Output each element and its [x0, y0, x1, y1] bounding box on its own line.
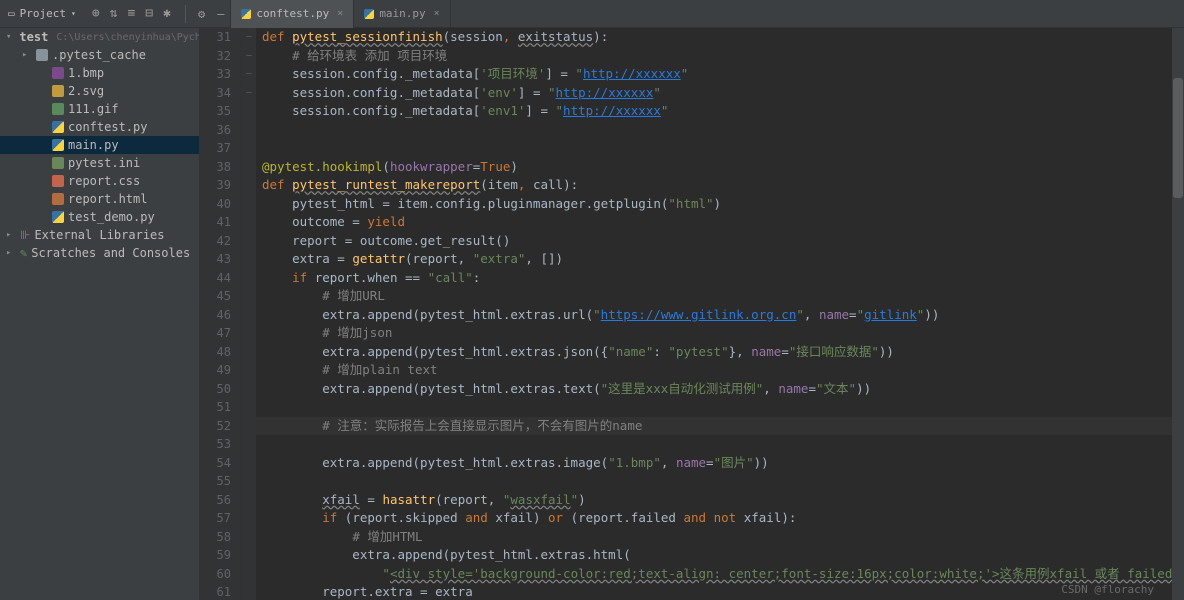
- divider: [185, 5, 186, 23]
- file-name: report.html: [68, 192, 147, 206]
- tree-item-1.bmp[interactable]: 1.bmp: [0, 64, 199, 82]
- file-icon: [52, 211, 64, 223]
- file-name: 2.svg: [68, 84, 104, 98]
- scratches[interactable]: ▸ ✎ Scratches and Consoles: [0, 244, 199, 262]
- tree-item-report.css[interactable]: report.css: [0, 172, 199, 190]
- label: External Libraries: [34, 228, 164, 242]
- tree-item-111.gif[interactable]: 111.gif: [0, 100, 199, 118]
- tree-root[interactable]: ▾ test C:\Users\chenyinhua\Pycharm: [0, 28, 199, 46]
- code-area[interactable]: def pytest_sessionfinish(session, exitst…: [256, 28, 1184, 600]
- line-gutter: 31 32 33 34 35 36 37 38 39 40 41 42 43 4…: [200, 28, 242, 600]
- tree-item-pytest.ini[interactable]: pytest.ini: [0, 154, 199, 172]
- chevron-icon[interactable]: ▸: [6, 248, 16, 258]
- file-name: conftest.py: [68, 120, 147, 134]
- tree-item-2.svg[interactable]: 2.svg: [0, 82, 199, 100]
- project-label: Project: [20, 7, 66, 20]
- file-icon: [52, 175, 64, 187]
- scratch-icon: ✎: [20, 246, 27, 260]
- root-name: test: [19, 30, 48, 44]
- close-icon[interactable]: ×: [434, 8, 440, 19]
- file-name: test_demo.py: [68, 210, 155, 224]
- project-selector[interactable]: ▭ Project ▾: [0, 7, 84, 20]
- file-icon: [36, 49, 48, 61]
- chevron-icon[interactable]: ▾: [6, 32, 11, 42]
- root-path: C:\Users\chenyinhua\Pycharm: [56, 32, 200, 43]
- close-icon[interactable]: ×: [337, 8, 343, 19]
- chevron-down-icon: ▾: [71, 9, 76, 18]
- gear-icon[interactable]: ⚙: [192, 7, 211, 21]
- folder-icon: ▭: [8, 7, 15, 20]
- tool-icon[interactable]: ⊟: [145, 6, 153, 21]
- file-icon: [52, 67, 64, 79]
- scrollbar[interactable]: [1172, 28, 1184, 600]
- file-icon: [52, 157, 64, 169]
- python-icon: [241, 9, 251, 19]
- tool-icon[interactable]: ≡: [127, 6, 135, 21]
- project-tools: ⊕ ⇅ ≡ ⊟ ✱: [84, 6, 179, 21]
- external-libraries[interactable]: ▸ ⊪ External Libraries: [0, 226, 199, 244]
- code-editor[interactable]: 31 32 33 34 35 36 37 38 39 40 41 42 43 4…: [200, 28, 1184, 600]
- project-tree[interactable]: ▾ test C:\Users\chenyinhua\Pycharm ▸ .pyt…: [0, 28, 200, 600]
- tab-label: main.py: [379, 7, 425, 20]
- file-name: main.py: [68, 138, 119, 152]
- python-icon: [364, 9, 374, 19]
- file-icon: [52, 139, 64, 151]
- file-icon: [52, 193, 64, 205]
- tree-item-.pytest_cache[interactable]: ▸ .pytest_cache: [0, 46, 199, 64]
- fold-gutter[interactable]: — — — —: [242, 28, 256, 600]
- tab-label: conftest.py: [256, 7, 329, 20]
- lib-icon: ⊪: [20, 228, 30, 242]
- scrollbar-thumb[interactable]: [1173, 78, 1183, 198]
- tool-icon[interactable]: ⊕: [92, 6, 100, 21]
- file-name: pytest.ini: [68, 156, 140, 170]
- tree-item-conftest.py[interactable]: conftest.py: [0, 118, 199, 136]
- tool-icon[interactable]: ✱: [163, 6, 171, 21]
- file-name: report.css: [68, 174, 140, 188]
- tab-conftest.py[interactable]: conftest.py ×: [231, 0, 354, 28]
- file-name: 111.gif: [68, 102, 119, 116]
- tab-main.py[interactable]: main.py ×: [354, 0, 450, 28]
- tree-item-main.py[interactable]: main.py: [0, 136, 199, 154]
- main-area: ▾ test C:\Users\chenyinhua\Pycharm ▸ .pyt…: [0, 28, 1184, 600]
- chevron-icon[interactable]: ▸: [22, 50, 32, 60]
- label: Scratches and Consoles: [31, 246, 190, 260]
- file-icon: [52, 103, 64, 115]
- tree-item-test_demo.py[interactable]: test_demo.py: [0, 208, 199, 226]
- file-name: .pytest_cache: [52, 48, 146, 62]
- tool-icon[interactable]: ⇅: [110, 6, 118, 21]
- file-icon: [52, 121, 64, 133]
- file-icon: [52, 85, 64, 97]
- tree-item-report.html[interactable]: report.html: [0, 190, 199, 208]
- hide-icon[interactable]: —: [211, 7, 230, 21]
- watermark: CSDN @florachy: [1061, 583, 1154, 596]
- toolbar: ▭ Project ▾ ⊕⇅≡⊟✱ ⚙ — conftest.py×main.p…: [0, 0, 1184, 28]
- editor-tabs: conftest.py × main.py ×: [230, 0, 450, 28]
- chevron-icon[interactable]: ▸: [6, 230, 16, 240]
- file-name: 1.bmp: [68, 66, 104, 80]
